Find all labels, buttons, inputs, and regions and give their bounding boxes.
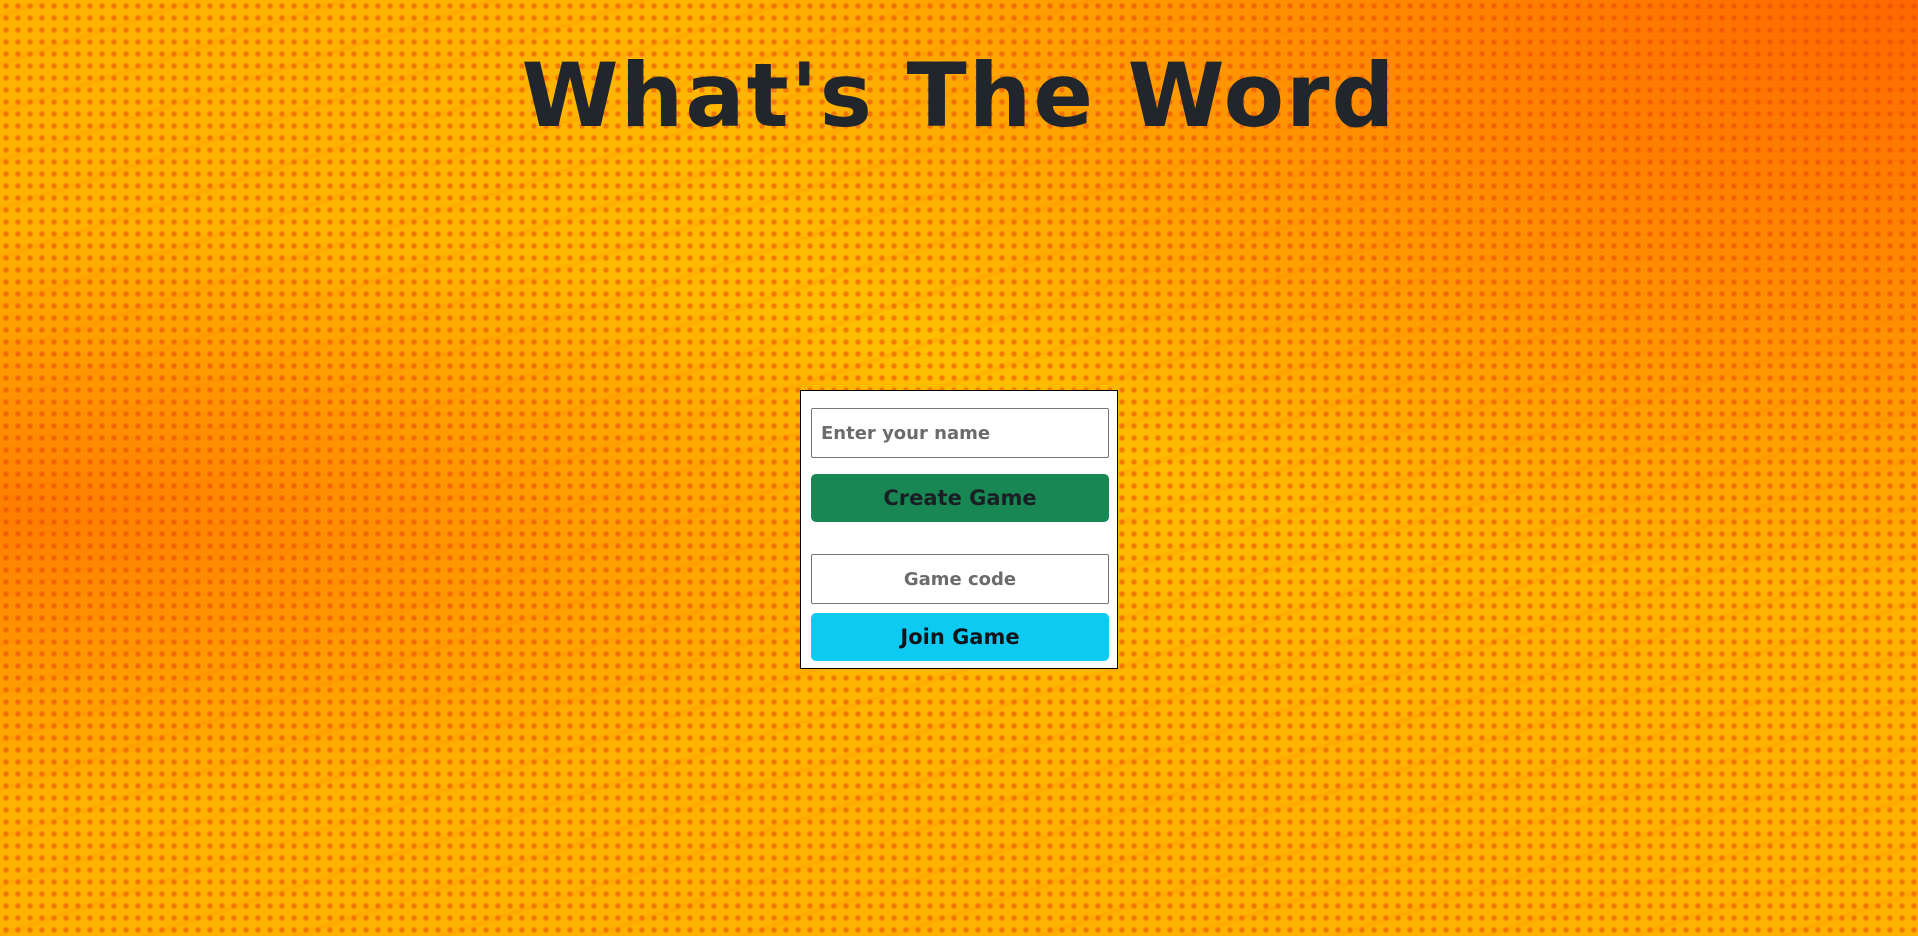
create-game-button[interactable]: Create Game bbox=[811, 474, 1109, 522]
join-panel: Create Game Join Game bbox=[800, 390, 1118, 669]
game-code-input[interactable] bbox=[811, 554, 1109, 604]
join-game-button[interactable]: Join Game bbox=[811, 613, 1109, 661]
page-title: What's The Word bbox=[521, 44, 1397, 147]
name-input[interactable] bbox=[811, 408, 1109, 458]
